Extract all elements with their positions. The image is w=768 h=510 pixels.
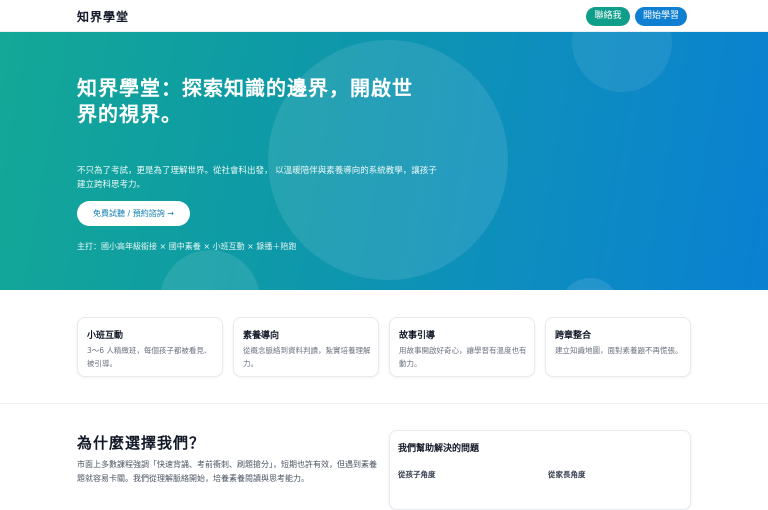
feature-card-text: 從概念脈絡到資料判讀，紮實培養理解力。 [243,346,371,368]
decorative-circle [160,250,260,290]
decorative-circle [572,32,672,92]
feature-card-text: 用故事開啟好奇心，讓學習有溫度也有動力。 [399,346,527,368]
child-perspective-heading: 從孩子角度 [398,470,436,479]
feature-card-title: 跨章整合 [555,331,592,341]
parent-perspective-heading: 從家長角度 [548,470,586,479]
free-trial-button[interactable]: 免費試聽 / 預約諮詢 → [77,201,190,226]
feature-card-story: 故事引導 用故事開啟好奇心，讓學習有溫度也有動力。 [389,317,535,377]
hero-section: 知界學堂：探索知識的邊界，開啟世界的視界。 不只為了考試，更是為了理解世界。從社… [0,32,768,290]
feature-card-text: 3～6 人精緻班，每個孩子都被看見、被引導。 [87,346,212,368]
why-section-title: 為什麼選擇我們？ [77,434,206,452]
hero-description: 不只為了考試，更是為了理解世界。從社會科出發， 以溫暖陪伴與素養導向的系統教學，… [77,166,437,190]
hero-title: 知界學堂：探索知識的邊界，開啟世界的視界。 [77,76,413,126]
contact-button[interactable]: 聯絡我 [586,7,630,26]
feature-card-text: 建立知識地圖，面對素養題不再慌張。 [555,346,683,355]
feature-card-literacy: 素養導向 從概念脈絡到資料判讀，紮實培養理解力。 [233,317,379,377]
feature-card-title: 素養導向 [243,331,280,341]
top-navigation-bar: 知界學堂 聯絡我 開始學習 [0,0,768,32]
problems-panel-title: 我們幫助解決的問題 [398,444,480,454]
feature-card-integration: 跨章整合 建立知識地圖，面對素養題不再慌張。 [545,317,691,377]
brand-logo-text[interactable]: 知界學堂 [77,8,129,25]
feature-card-title: 故事引導 [399,331,436,341]
feature-card-small-class: 小班互動 3～6 人精緻班，每個孩子都被看見、被引導。 [77,317,223,377]
decorative-circle [560,278,620,290]
section-divider [0,403,768,404]
feature-card-title: 小班互動 [87,331,124,341]
start-learning-button[interactable]: 開始學習 [635,7,687,26]
why-section-text: 市面上多數課程強調「快速背誦、考前衝刺、刷題搶分」，短期也許有效，但遇到素養題就… [77,460,377,483]
hero-highlights: 主打：國小高年級銜接 × 國中素養 × 小班互動 × 錄播＋陪跑 [77,242,297,251]
problems-panel: 我們幫助解決的問題 從孩子角度 從家長角度 [389,430,691,510]
